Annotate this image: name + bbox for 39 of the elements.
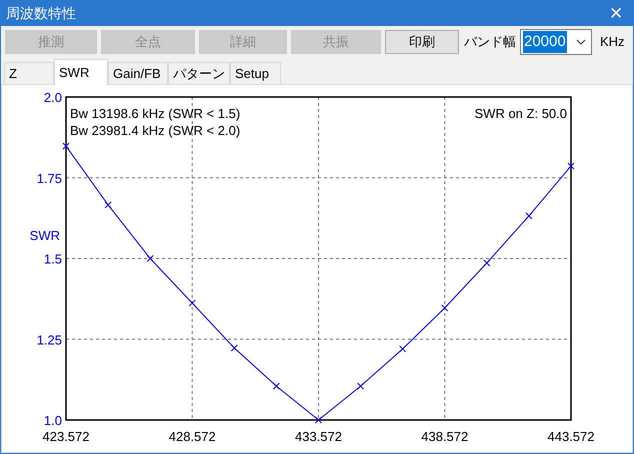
point-marker bbox=[525, 212, 532, 220]
reference-impedance-note: SWR on Z: 50.0 bbox=[474, 106, 567, 121]
y-tick-label: 1.5 bbox=[44, 252, 62, 266]
tab[interactable]: Gain/FB bbox=[108, 62, 168, 84]
bandwidth-note: Bw 13198.6 kHz (SWR < 1.5) bbox=[70, 106, 240, 121]
toolbar-button[interactable]: 印刷 bbox=[385, 30, 459, 54]
y-tick-label: 1.0 bbox=[44, 413, 62, 428]
point-marker bbox=[272, 382, 280, 390]
x-tick-label: 428.572 bbox=[168, 429, 216, 444]
x-tick-label: 438.572 bbox=[421, 429, 468, 444]
point-marker bbox=[483, 260, 490, 267]
x-tick-label: 443.572 bbox=[548, 429, 594, 444]
point-marker bbox=[230, 344, 238, 352]
point-marker bbox=[315, 416, 322, 424]
point-marker bbox=[104, 201, 112, 208]
y-axis-label: SWR bbox=[30, 228, 60, 243]
tab[interactable]: Z bbox=[4, 62, 54, 84]
x-tick-label: 423.572 bbox=[42, 429, 90, 444]
y-tick-label: 1.75 bbox=[36, 170, 62, 186]
point-marker bbox=[188, 300, 196, 307]
unit-label: KHz bbox=[600, 33, 625, 52]
tab[interactable]: SWR bbox=[54, 59, 108, 85]
bandwidth-note: Bw 23981.4 kHz (SWR < 2.0) bbox=[70, 123, 240, 138]
point-marker bbox=[441, 304, 448, 312]
x-tick-label: 433.572 bbox=[295, 429, 342, 444]
tab[interactable]: Setup bbox=[230, 62, 281, 84]
bandwidth-label: バンド幅 bbox=[464, 33, 516, 52]
chevron-down-icon bbox=[576, 39, 586, 45]
point-marker bbox=[357, 382, 364, 390]
close-button[interactable]: ✕ bbox=[604, 0, 628, 26]
tab[interactable]: パターン bbox=[168, 62, 230, 84]
y-tick-label: 1.25 bbox=[36, 332, 62, 348]
y-tick-label: 2.0 bbox=[44, 90, 62, 105]
point-marker bbox=[62, 142, 70, 150]
bandwidth-dropdown[interactable]: 20000 bbox=[520, 29, 592, 55]
point-marker bbox=[568, 162, 574, 170]
point-marker bbox=[146, 255, 154, 262]
point-marker bbox=[399, 345, 406, 352]
window-title: 周波数特性 bbox=[6, 4, 77, 23]
